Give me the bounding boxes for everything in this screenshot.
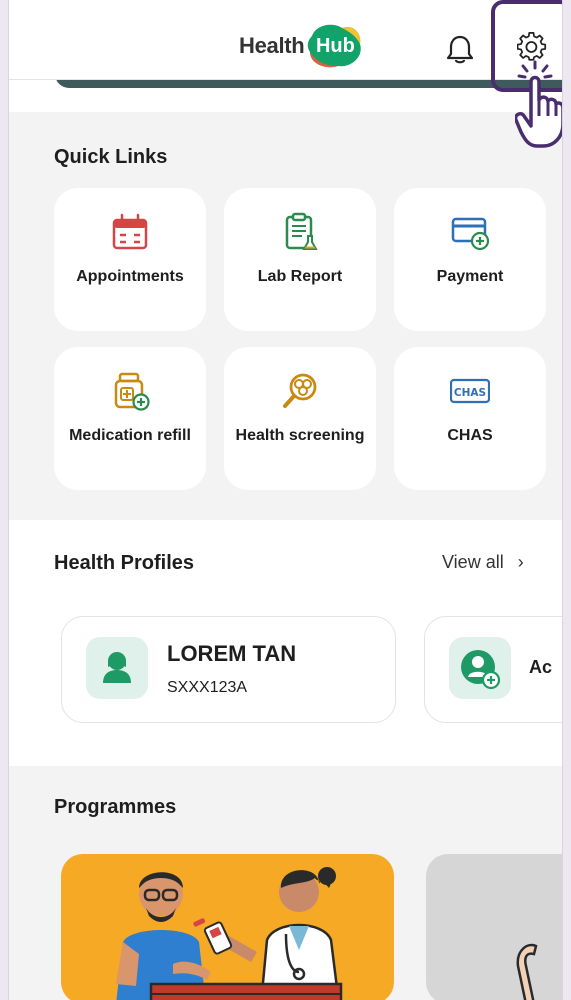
view-all-label: View all	[442, 552, 504, 572]
profile-name: LOREM TAN	[167, 641, 297, 666]
add-profile-card[interactable]: Ac	[424, 616, 562, 723]
quick-link-label: Lab Report	[257, 268, 343, 285]
quick-links-grid: Appointments Lab Report Payment Medicati…	[54, 188, 546, 490]
programmes-title: Programmes	[54, 796, 177, 818]
chas-badge-text: CHAS	[454, 387, 486, 399]
quick-link-label: Appointments	[76, 268, 184, 285]
add-person-icon	[461, 650, 501, 690]
add-avatar	[449, 637, 511, 699]
profile-id: SXXX123A	[167, 679, 248, 696]
quick-link-payment[interactable]: Payment	[394, 188, 546, 331]
phone-screen: Quick Links Appointments Lab Report Paym…	[8, 0, 563, 1000]
quick-link-label: Medication refill	[69, 427, 191, 444]
programme-card[interactable]	[426, 854, 562, 1000]
quick-link-health-screening[interactable]: Health screening	[224, 347, 376, 490]
person-icon	[103, 652, 131, 683]
quick-link-label: CHAS	[447, 427, 493, 444]
healthhub-logo: Health Hub	[239, 22, 364, 70]
quick-link-chas[interactable]: CHAS CHAS	[394, 347, 546, 490]
clipboard-flask-icon	[285, 212, 318, 250]
quick-link-label: Payment	[436, 268, 504, 285]
quick-links-section: Quick Links Appointments Lab Report Paym…	[9, 112, 562, 520]
programmes-section: Programmes	[9, 766, 562, 1000]
card-plus-icon	[451, 217, 490, 251]
app-header: Health Hub	[9, 0, 562, 80]
programme-illustration	[516, 943, 538, 1000]
profile-card[interactable]: LOREM TAN SXXX123A	[61, 616, 396, 723]
chas-card-icon: CHAS	[450, 378, 490, 404]
quick-link-label: Health screening	[235, 427, 365, 444]
pill-bottle-plus-icon	[114, 372, 150, 411]
quick-link-medication-refill[interactable]: Medication refill	[54, 347, 206, 490]
hand-pointer-icon	[515, 60, 562, 148]
calendar-icon	[112, 213, 148, 250]
logo-word: Health	[239, 33, 305, 58]
logo-badge-text: Hub	[315, 35, 355, 57]
view-all-link[interactable]: View all ›	[442, 552, 524, 573]
quick-link-appointments[interactable]: Appointments	[54, 188, 206, 331]
health-profiles-title: Health Profiles	[54, 552, 195, 574]
avatar	[86, 637, 148, 699]
add-profile-label: Ac	[529, 657, 553, 677]
quick-links-title: Quick Links	[54, 146, 168, 168]
chevron-right-icon: ›	[517, 552, 524, 572]
quick-link-lab-report[interactable]: Lab Report	[224, 188, 376, 331]
logo-badge: Hub	[306, 22, 364, 70]
programme-card[interactable]	[61, 854, 394, 1000]
magnifier-cells-icon	[283, 373, 317, 408]
doctor-patient-illustration	[116, 867, 343, 1000]
bell-icon[interactable]	[446, 34, 474, 64]
